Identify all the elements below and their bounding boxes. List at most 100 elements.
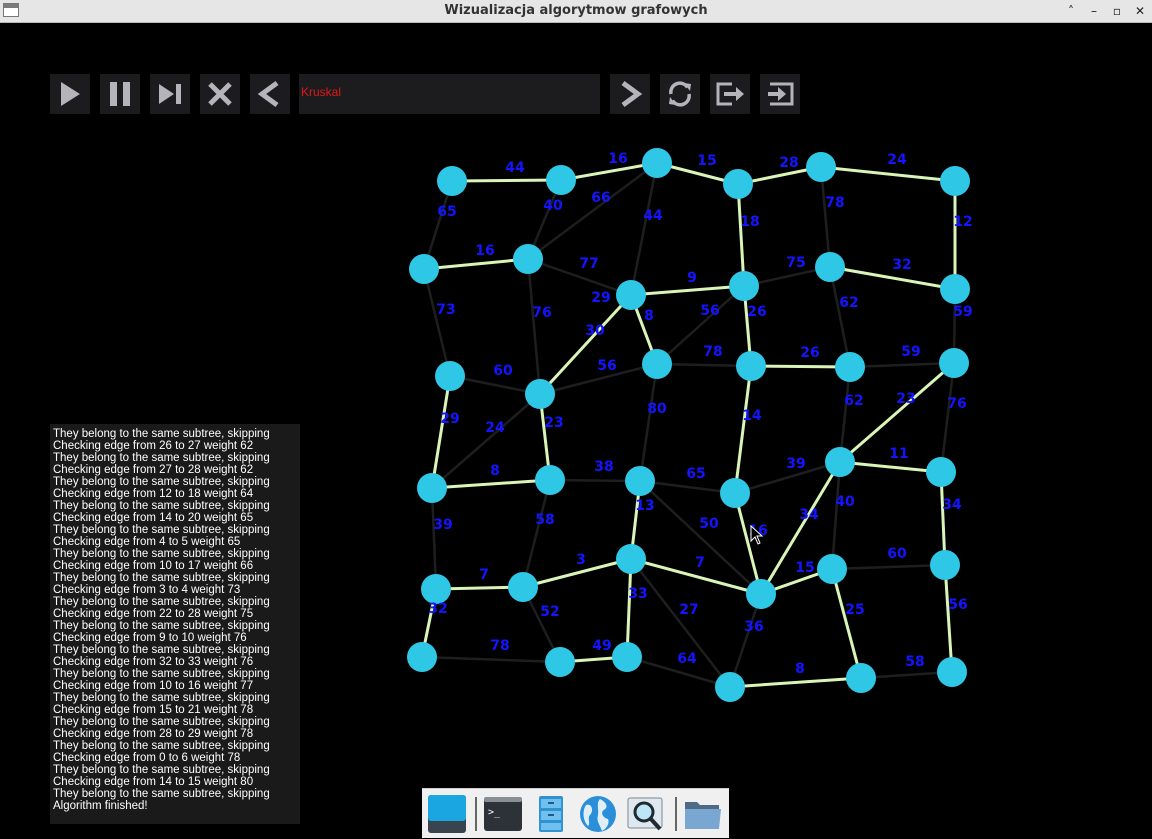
log-line: Checking edge from 14 to 20 weight 65 — [53, 512, 254, 524]
algorithm-log-panel[interactable]: They belong to the same subtree, skippin… — [50, 424, 300, 824]
graph-node[interactable] — [835, 352, 865, 382]
edge-weight-label: 16 — [608, 151, 627, 167]
edge-weight-label: 50 — [699, 516, 719, 532]
mst-edge — [431, 478, 551, 490]
graph-node[interactable] — [940, 274, 970, 304]
edge-weight-label: 59 — [953, 304, 972, 320]
edge-weight-label: 39 — [433, 517, 452, 533]
edge-weight-label: 30 — [585, 323, 605, 339]
graph-node[interactable] — [612, 642, 642, 672]
edge-weight-label: 52 — [540, 604, 559, 620]
edge-weight-label: 78 — [490, 638, 509, 654]
taskbar: >_ — [422, 788, 729, 838]
folder-icon — [685, 802, 721, 829]
graph-node[interactable] — [940, 166, 970, 196]
graph-edge — [421, 655, 561, 664]
graph-edge — [422, 268, 452, 377]
taskbar-separator — [475, 797, 477, 831]
edge-weight-label: 23 — [896, 391, 915, 407]
graph-node[interactable] — [435, 361, 465, 391]
graph-node[interactable] — [720, 478, 750, 508]
edge-weight-label: 56 — [700, 303, 719, 319]
graph-node[interactable] — [417, 473, 447, 503]
graph-node[interactable] — [939, 348, 969, 378]
graph-node[interactable] — [736, 351, 766, 381]
desktop-icon — [428, 795, 466, 833]
graph-edge — [849, 361, 955, 369]
log-line: Checking edge from 10 to 16 weight 77 — [53, 680, 254, 692]
log-line: They belong to the same subtree, skippin… — [53, 500, 270, 512]
graph-node[interactable] — [817, 554, 847, 584]
edge-weight-label: 44 — [505, 160, 525, 176]
edge-weight-label: 66 — [591, 190, 610, 206]
edge-weight-label: 40 — [835, 494, 855, 510]
taskbar-web-browser-button[interactable] — [576, 793, 620, 835]
graph-node[interactable] — [806, 152, 836, 182]
graph-node[interactable] — [723, 169, 753, 199]
graph-node[interactable] — [616, 544, 646, 574]
edge-weight-label: 15 — [697, 153, 716, 169]
graph-edge — [831, 563, 946, 571]
edge-weight-label: 11 — [889, 446, 908, 462]
edge-weight-label: 34 — [799, 507, 819, 523]
edge-weight-label: 44 — [643, 208, 663, 224]
graph-node[interactable] — [545, 647, 575, 677]
graph-node[interactable] — [616, 280, 646, 310]
graph-node[interactable] — [546, 165, 576, 195]
graph-node[interactable] — [926, 457, 956, 487]
graph-node[interactable] — [525, 379, 555, 409]
log-line: They belong to the same subtree, skippin… — [53, 572, 270, 584]
edge-weight-label: 40 — [543, 198, 563, 214]
edge-weight-label: 34 — [942, 497, 962, 513]
log-line: Checking edge from 12 to 18 weight 64 — [53, 488, 254, 500]
log-line: Checking edge from 14 to 15 weight 80 — [53, 776, 254, 788]
graph-node[interactable] — [535, 465, 565, 495]
graph-node[interactable] — [437, 166, 467, 196]
taskbar-terminal-button[interactable]: >_ — [481, 793, 525, 835]
graph-node[interactable] — [930, 550, 960, 580]
graph-node[interactable] — [815, 252, 845, 282]
log-line: They belong to the same subtree, skippin… — [53, 740, 270, 752]
taskbar-desktop-button[interactable] — [425, 793, 469, 835]
edge-weight-labels: 4416 15 28 2465 40 66447812181677975 3229308 56… — [428, 151, 972, 677]
edge-weight-label: 28 — [779, 155, 798, 171]
edge-weight-label: 26 — [747, 304, 766, 320]
graph-edge — [431, 393, 541, 489]
edge-weight-label: 62 — [839, 295, 858, 311]
filing-cabinet-icon — [539, 796, 563, 832]
graph-node[interactable] — [642, 349, 672, 379]
taskbar-search-button[interactable] — [624, 793, 668, 835]
edge-weight-label: 78 — [703, 344, 722, 360]
graph-node[interactable] — [729, 271, 759, 301]
graph-edge — [629, 162, 659, 296]
graph-node[interactable] — [421, 574, 451, 604]
edge-weight-label: 58 — [535, 512, 554, 528]
edge-weight-label: 18 — [740, 214, 759, 230]
graph-node[interactable] — [625, 466, 655, 496]
graph-edge — [430, 487, 438, 590]
taskbar-folder-button[interactable] — [681, 793, 725, 835]
mst-edge — [630, 284, 745, 297]
log-line: Algorithm finished! — [53, 800, 148, 812]
taskbar-file-manager-button[interactable] — [529, 793, 573, 835]
graph-node[interactable] — [407, 642, 437, 672]
graph-node[interactable] — [846, 663, 876, 693]
graph-node[interactable] — [937, 657, 967, 687]
edge-weight-label: 49 — [592, 638, 611, 654]
graph-node[interactable] — [513, 244, 543, 274]
graph-node[interactable] — [825, 447, 855, 477]
log-line: Checking edge from 10 to 17 weight 66 — [53, 560, 254, 572]
graph-node[interactable] — [715, 672, 745, 702]
log-line: Checking edge from 4 to 5 weight 65 — [53, 536, 241, 548]
magnifier-icon — [627, 797, 663, 831]
edge-weight-label: 73 — [436, 302, 455, 318]
mst-edge — [820, 165, 956, 183]
graph-node[interactable] — [746, 579, 776, 609]
edge-weight-label: 24 — [485, 420, 505, 436]
log-line: They belong to the same subtree, skippin… — [53, 524, 270, 536]
graph-node[interactable] — [508, 572, 538, 602]
graph-node[interactable] — [642, 148, 672, 178]
graph-edge — [830, 461, 842, 570]
edge-weight-label: 25 — [845, 602, 864, 618]
graph-node[interactable] — [409, 254, 439, 284]
